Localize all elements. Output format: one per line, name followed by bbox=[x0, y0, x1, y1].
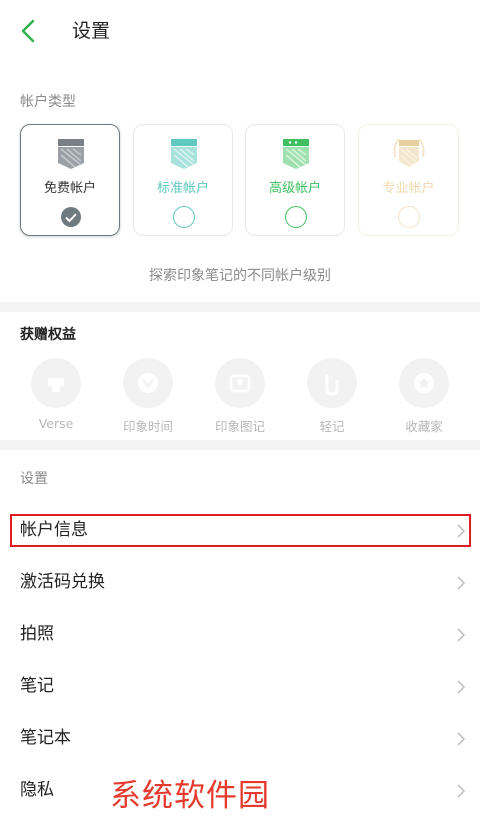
account-card-professional[interactable]: 专业帐户 bbox=[358, 124, 459, 236]
benefit-verse[interactable]: Verse bbox=[10, 358, 102, 438]
check-circle-icon bbox=[61, 207, 81, 227]
row-label: 笔记 bbox=[20, 676, 54, 696]
account-card-premium[interactable]: 高级帐户 bbox=[245, 124, 345, 236]
page-title: 设置 bbox=[72, 20, 111, 42]
top-bar: 设置 bbox=[0, 0, 480, 62]
row-label: 拍照 bbox=[20, 624, 54, 644]
watermark-text: 系统软件园 bbox=[110, 778, 270, 814]
quick-note-icon bbox=[307, 358, 357, 408]
benefit-collector[interactable]: 收藏家 bbox=[378, 358, 470, 438]
chevron-right-icon bbox=[457, 732, 466, 746]
time-icon bbox=[123, 358, 173, 408]
chevron-left-icon[interactable] bbox=[18, 18, 40, 44]
benefit-yinxiang-tuji[interactable]: 印象图记 bbox=[194, 358, 286, 438]
section-divider bbox=[0, 440, 480, 450]
settings-row-notebooks[interactable]: 笔记本 bbox=[0, 713, 480, 765]
shield-badge-icon bbox=[393, 138, 425, 167]
chevron-right-icon bbox=[457, 680, 466, 694]
account-type-cards: 免费帐户 标准帐户 高级帐户 专业帐户 bbox=[20, 124, 480, 238]
row-label: 隐私 bbox=[20, 780, 54, 800]
benefits-label: 获赠权益 bbox=[20, 327, 76, 343]
benefit-label: 收藏家 bbox=[405, 419, 443, 434]
section-divider bbox=[0, 302, 480, 312]
benefits-list: Verse 印象时间 印象图记 轻记 收藏家 bbox=[0, 358, 480, 438]
star-badge-icon bbox=[399, 358, 449, 408]
settings-row-activation-code[interactable]: 激活码兑换 bbox=[0, 557, 480, 609]
benefit-label: Verse bbox=[38, 416, 74, 431]
row-label: 笔记本 bbox=[20, 728, 71, 748]
chevron-right-icon bbox=[457, 784, 466, 798]
account-card-label: 免费帐户 bbox=[43, 181, 96, 196]
benefit-qingji[interactable]: 轻记 bbox=[286, 358, 378, 438]
benefit-label: 轻记 bbox=[319, 419, 345, 434]
benefit-label: 印象时间 bbox=[122, 419, 173, 434]
highlight-annotation-box bbox=[10, 514, 471, 547]
shield-badge-icon bbox=[58, 139, 84, 169]
radio-unchecked bbox=[173, 206, 195, 228]
benefit-yinxiang-time[interactable]: 印象时间 bbox=[102, 358, 194, 438]
chevron-right-icon bbox=[457, 628, 466, 642]
account-type-label: 帐户类型 bbox=[20, 94, 76, 110]
account-card-label: 高级帐户 bbox=[268, 181, 321, 196]
settings-section-label: 设置 bbox=[20, 471, 48, 487]
account-card-label: 专业帐户 bbox=[382, 181, 435, 196]
explore-account-levels-link[interactable]: 探索印象笔记的不同帐户级别 bbox=[0, 265, 480, 285]
radio-unchecked bbox=[285, 206, 307, 228]
account-card-label: 标准帐户 bbox=[156, 181, 209, 196]
chevron-right-icon bbox=[457, 576, 466, 590]
account-card-free[interactable]: 免费帐户 bbox=[20, 124, 120, 236]
shield-badge-icon bbox=[283, 139, 309, 169]
shield-badge-icon bbox=[171, 139, 197, 169]
account-card-standard[interactable]: 标准帐户 bbox=[133, 124, 233, 236]
row-label: 激活码兑换 bbox=[20, 572, 105, 592]
sketch-board-icon bbox=[215, 358, 265, 408]
verse-icon bbox=[31, 358, 81, 408]
settings-row-camera[interactable]: 拍照 bbox=[0, 609, 480, 661]
radio-unchecked bbox=[398, 206, 420, 228]
benefit-label: 印象图记 bbox=[214, 419, 265, 434]
settings-row-notes[interactable]: 笔记 bbox=[0, 661, 480, 713]
